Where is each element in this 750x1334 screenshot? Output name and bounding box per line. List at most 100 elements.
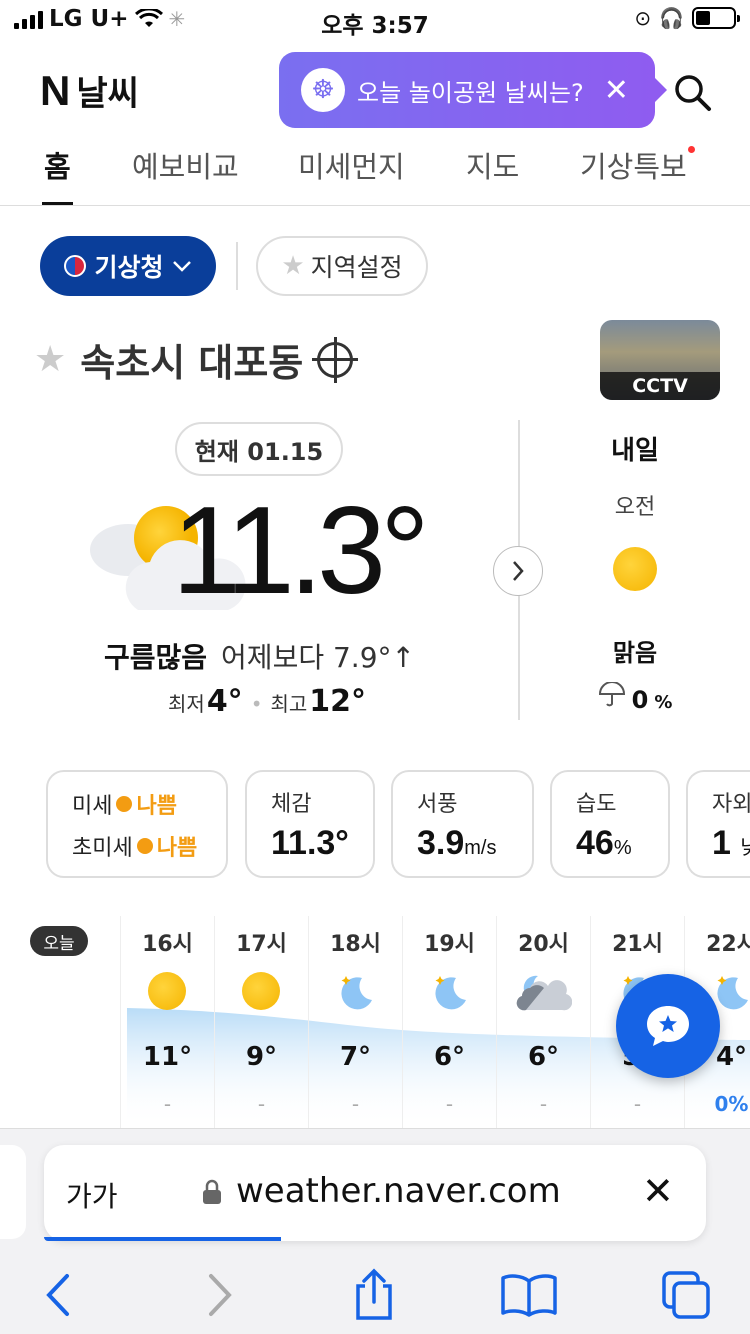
chevron-right-icon <box>513 561 524 581</box>
hour-rain-prob: - <box>633 1092 642 1116</box>
hour-column: 19시 6° - <box>402 916 496 1128</box>
tab-label: 홈 <box>44 150 71 184</box>
logo-text: 날씨 <box>76 74 139 114</box>
chevron-down-icon <box>172 261 191 272</box>
favorite-star-icon[interactable]: ★ <box>34 339 66 380</box>
bookmarks-button[interactable] <box>499 1265 559 1325</box>
logo-n: N <box>40 66 71 114</box>
uv-value-row: 1 낮 <box>712 824 750 863</box>
humidity-unit: % <box>613 837 632 859</box>
hour-column: 17시 9° - <box>214 916 308 1128</box>
uv-value: 1 <box>712 824 731 862</box>
lock-icon <box>203 1179 221 1204</box>
humidity-label: 습도 <box>576 792 617 817</box>
new-dot <box>687 146 695 153</box>
rain-unit: % <box>654 692 673 713</box>
hour-rain-prob: - <box>539 1092 548 1116</box>
tomorrow-panel[interactable]: 내일 오전 맑음 0% <box>560 430 710 714</box>
hour-temp: 11° <box>142 1042 193 1072</box>
min-max-row: 최저 4° • 최고 12° <box>168 684 372 719</box>
share-button[interactable] <box>344 1265 404 1325</box>
main-tabs: 홈 예보비교 미세먼지 지도 기상특보 <box>0 136 750 206</box>
current-condition: 구름많음 <box>104 641 208 674</box>
moon-icon <box>430 972 470 1012</box>
next-arrow-button[interactable] <box>493 546 543 596</box>
moon-icon <box>336 972 376 1012</box>
divider <box>236 242 238 290</box>
headphones-icon: 🎧 <box>659 6 684 30</box>
dust-card[interactable]: 미세 나쁨 초미세 나쁨 <box>46 770 228 878</box>
chat-star-icon <box>647 1006 689 1046</box>
tab-forecast-compare[interactable]: 예보비교 <box>132 144 239 186</box>
search-icon[interactable] <box>672 72 712 112</box>
previous-tab-card[interactable] <box>0 1145 26 1239</box>
hour-rain-prob: - <box>351 1092 360 1116</box>
min-label: 최저 <box>168 692 205 716</box>
condition-row: 구름많음 어제보다 7.9°↑ <box>104 636 415 676</box>
tab-map[interactable]: 지도 <box>466 144 519 186</box>
current-date-pill: 현재 01.15 <box>175 422 343 476</box>
hour-label: 19시 <box>424 932 475 957</box>
hour-label: 17시 <box>236 932 287 957</box>
humidity-card[interactable]: 습도 46% <box>550 770 670 878</box>
hour-label: 22시 <box>706 932 750 957</box>
tab-label: 예보비교 <box>132 150 239 184</box>
promo-tooltip[interactable]: ☸ 오늘 놀이공원 날씨는? ✕ <box>279 52 667 128</box>
region-settings-button[interactable]: ★ 지역설정 <box>256 236 428 296</box>
url-text[interactable]: weather.naver.com <box>236 1171 561 1211</box>
uv-card[interactable]: 자외 1 낮 <box>686 770 750 878</box>
promo-text: 오늘 놀이공원 날씨는? <box>357 78 584 107</box>
max-label: 최고 <box>270 692 308 716</box>
uv-unit: 낮 <box>740 837 750 859</box>
ferris-wheel-icon: ☸ <box>301 68 345 112</box>
hour-temp: 7° <box>339 1042 372 1072</box>
chevron-right-icon <box>209 1274 232 1316</box>
status-dot-icon <box>116 796 133 812</box>
pm25-row: 초미세 나쁨 <box>72 830 226 862</box>
tab-home[interactable]: 홈 <box>42 144 73 205</box>
uv-label: 자외 <box>712 792 750 817</box>
region-settings-label: 지역설정 <box>310 253 403 282</box>
provider-dropdown[interactable]: 기상청 <box>40 236 216 296</box>
naver-weather-logo[interactable]: N 날씨 <box>40 66 139 115</box>
forward-button[interactable] <box>190 1265 250 1325</box>
tomorrow-rain: 0% <box>560 682 710 714</box>
location-name[interactable]: 속초시 대포동 <box>80 332 303 387</box>
rain-value: 0 <box>631 686 649 714</box>
tomorrow-condition: 맑음 <box>612 639 658 667</box>
cctv-thumbnail[interactable]: CCTV <box>600 320 720 400</box>
back-button[interactable] <box>28 1265 88 1325</box>
pm10-row: 미세 나쁨 <box>72 788 226 820</box>
hour-column: 20시 6° - <box>496 916 590 1128</box>
tomorrow-title: 내일 <box>611 436 659 466</box>
browser-toolbar: 가가 weather.naver.com ✕ <box>0 1128 750 1334</box>
tabs-button[interactable] <box>656 1265 716 1325</box>
sun-icon <box>147 972 188 1012</box>
text-size-button[interactable]: 가가 <box>66 1175 118 1215</box>
location-row: ★ 속초시 대포동 <box>34 332 359 387</box>
talk-fab-button[interactable] <box>616 974 720 1078</box>
status-bar: LG U+ ✳ 오후 3:57 ⊙ 🎧 <box>0 0 750 40</box>
hour-label: 18시 <box>330 932 381 957</box>
umbrella-icon <box>598 682 625 707</box>
tab-fine-dust[interactable]: 미세먼지 <box>298 144 405 186</box>
tab-weather-alert[interactable]: 기상특보 <box>580 144 695 186</box>
tabs-icon <box>662 1271 710 1319</box>
wind-label: 서풍 <box>417 792 458 817</box>
gps-target-icon[interactable] <box>312 336 359 383</box>
current-temperature: 11.3° <box>172 482 430 620</box>
pm25-status: 나쁨 <box>156 836 198 861</box>
today-badge: 오늘 <box>30 926 88 956</box>
rotation-lock-icon: ⊙ <box>634 6 652 30</box>
wind-unit: m/s <box>464 837 497 859</box>
tomorrow-period: 오전 <box>614 495 656 520</box>
address-bar[interactable]: 가가 weather.naver.com ✕ <box>44 1145 706 1241</box>
close-icon[interactable]: ✕ <box>604 73 629 108</box>
hour-column: 16시 11° - <box>120 916 214 1128</box>
sun-icon <box>241 972 282 1012</box>
wind-card[interactable]: 서풍 3.9m/s <box>391 770 534 878</box>
humidity-value: 46 <box>576 824 614 862</box>
hour-temp: 9° <box>245 1042 278 1072</box>
stop-loading-icon[interactable]: ✕ <box>642 1169 674 1213</box>
feels-like-card[interactable]: 체감 11.3° <box>245 770 375 878</box>
